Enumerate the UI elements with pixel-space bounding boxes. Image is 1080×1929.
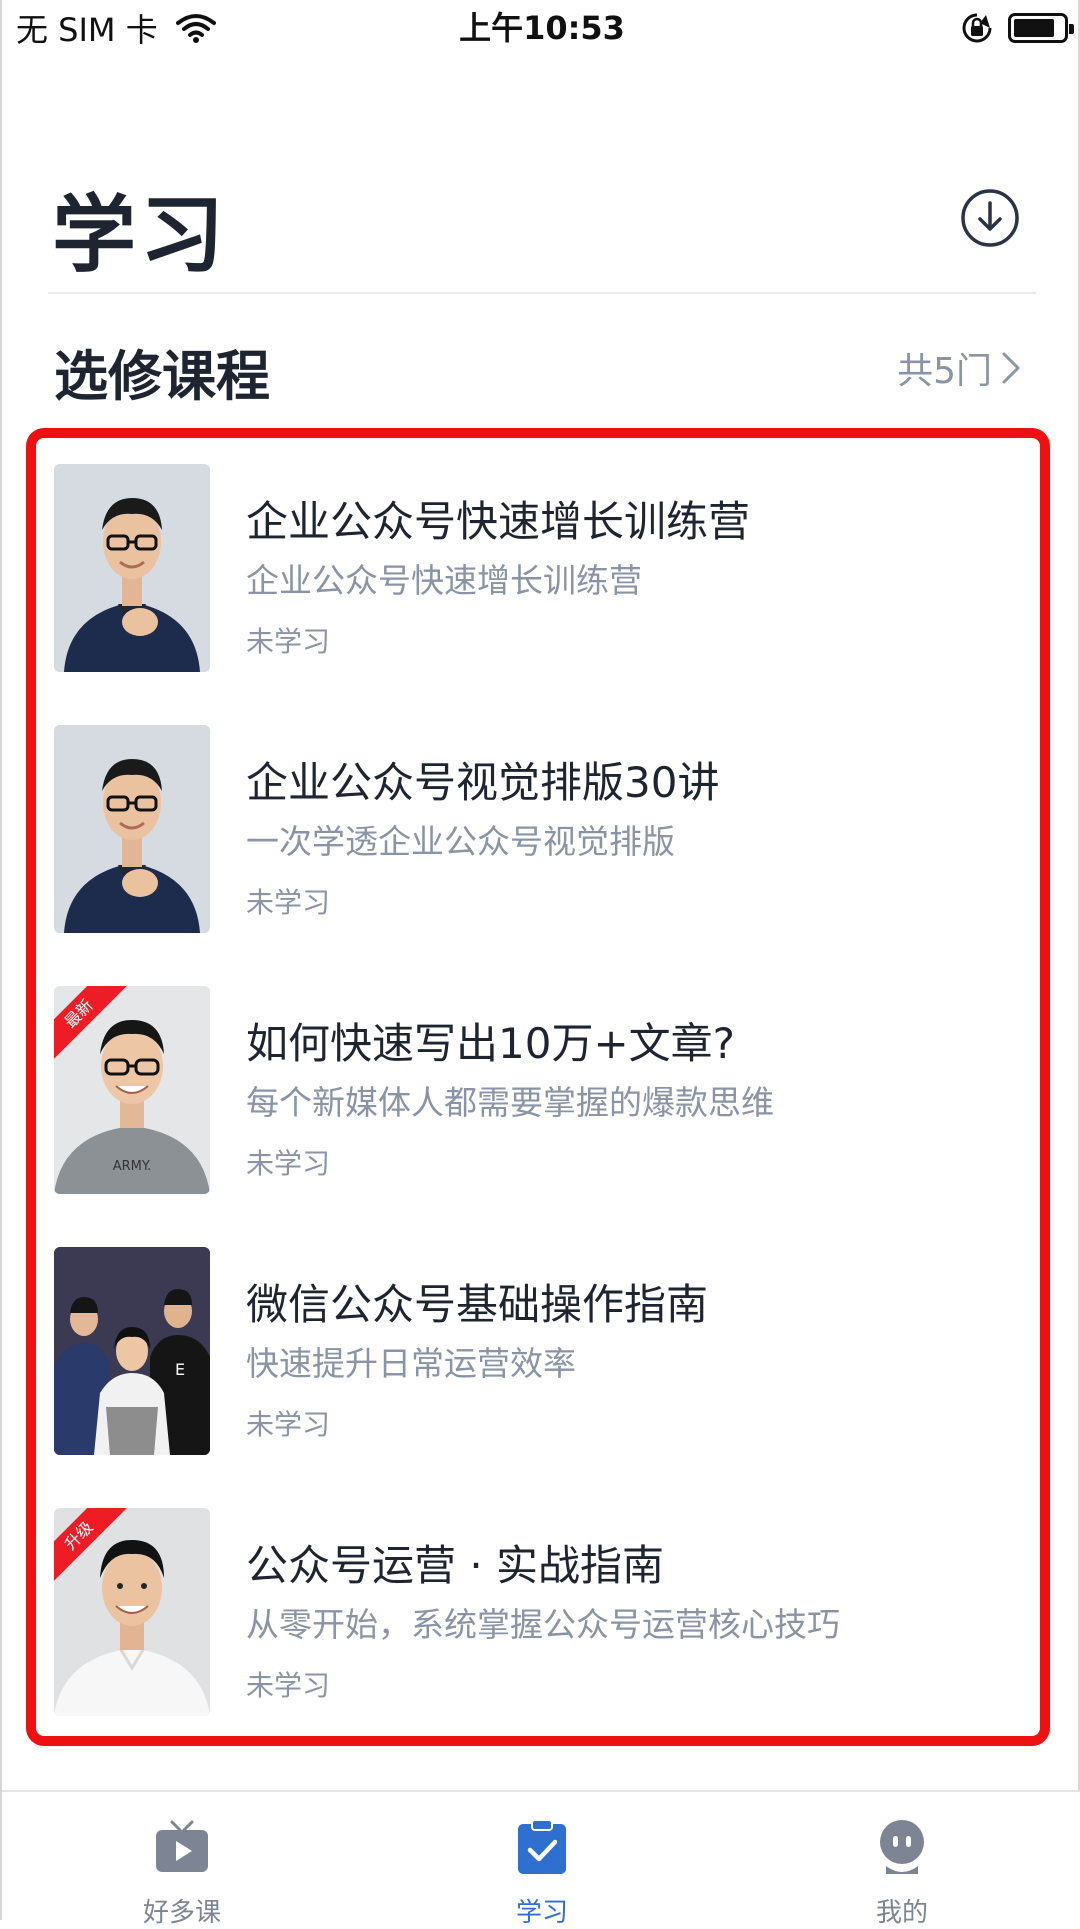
download-circle-icon[interactable] bbox=[960, 188, 1020, 248]
header-divider bbox=[48, 292, 1036, 294]
course-subtitle: 企业公众号快速增长训练营 bbox=[246, 561, 642, 600]
tab-study[interactable]: 学习 bbox=[442, 1818, 642, 1929]
chevron-right-icon bbox=[1002, 352, 1020, 384]
course-subtitle: 从零开始，系统掌握公众号运营核心技巧 bbox=[246, 1605, 840, 1644]
screen: 无 SIM 卡 上午10:53 学习 选修课程 共5门 企业公众号快速增长训练营… bbox=[0, 0, 1080, 1928]
svg-text:E: E bbox=[175, 1360, 185, 1379]
all-courses-link[interactable]: 共5门 bbox=[897, 344, 1022, 392]
page-title: 学习 bbox=[52, 186, 229, 284]
course-count-label: 共5门 bbox=[897, 351, 992, 392]
course-subtitle: 快速提升日常运营效率 bbox=[246, 1344, 576, 1383]
course-subtitle: 每个新媒体人都需要掌握的爆款思维 bbox=[246, 1083, 774, 1122]
tab-bar: 好多课 学习 我的 bbox=[2, 1790, 1080, 1928]
battery-icon bbox=[1008, 13, 1074, 43]
course-thumbnail bbox=[54, 464, 210, 672]
course-title: 公众号运营 · 实战指南 bbox=[246, 1541, 665, 1590]
course-thumbnail: 升级 bbox=[54, 1508, 210, 1716]
tab-label: 好多课 bbox=[142, 1898, 221, 1928]
course-status: 未学习 bbox=[246, 1669, 331, 1702]
status-bar: 无 SIM 卡 上午10:53 bbox=[2, 0, 1080, 58]
tab-label: 学习 bbox=[515, 1898, 568, 1928]
tab-label: 我的 bbox=[875, 1898, 928, 1928]
course-status: 未学习 bbox=[246, 1408, 331, 1441]
clock: 上午10:53 bbox=[459, 9, 625, 47]
clipboard-check-icon bbox=[518, 1819, 566, 1874]
rotation-lock-icon bbox=[962, 13, 992, 43]
profile-face-icon bbox=[880, 1820, 924, 1874]
course-title: 如何快速写出10万+文章? bbox=[246, 1019, 735, 1068]
tv-play-icon bbox=[156, 1820, 208, 1872]
course-title: 微信公众号基础操作指南 bbox=[246, 1280, 709, 1329]
status-right bbox=[960, 8, 1074, 48]
course-status: 未学习 bbox=[246, 625, 331, 658]
course-subtitle: 一次学透企业公众号视觉排版 bbox=[246, 822, 675, 861]
course-item[interactable]: 升级 公众号运营 · 实战指南 从零开始，系统掌握公众号运营核心技巧 未学习 bbox=[54, 1508, 1034, 1769]
course-title: 企业公众号快速增长训练营 bbox=[246, 497, 751, 546]
course-item[interactable]: E 微信公众号基础操作指南 快速提升日常运营效率 未学习 bbox=[54, 1247, 1034, 1508]
course-list: 企业公众号快速增长训练营 企业公众号快速增长训练营 未学习 企业公众号视觉排版3… bbox=[54, 464, 1034, 1769]
course-status: 未学习 bbox=[246, 886, 331, 919]
tab-courses[interactable]: 好多课 bbox=[82, 1818, 282, 1929]
course-thumbnail: E bbox=[54, 1247, 210, 1455]
course-item[interactable]: 企业公众号视觉排版30讲 一次学透企业公众号视觉排版 未学习 bbox=[54, 725, 1034, 986]
course-title: 企业公众号视觉排版30讲 bbox=[246, 758, 720, 807]
section-title: 选修课程 bbox=[54, 345, 270, 408]
course-thumbnail bbox=[54, 725, 210, 933]
course-status: 未学习 bbox=[246, 1147, 331, 1180]
course-thumbnail: ARMY. 最新 bbox=[54, 986, 210, 1194]
course-item[interactable]: 企业公众号快速增长训练营 企业公众号快速增长训练营 未学习 bbox=[54, 464, 1034, 725]
svg-text:ARMY.: ARMY. bbox=[113, 1159, 152, 1174]
tab-profile[interactable]: 我的 bbox=[802, 1818, 1002, 1929]
course-item[interactable]: ARMY. 最新 如何快速写出10万+文章? 每个新媒体人都需要掌握的爆款思维 … bbox=[54, 986, 1034, 1247]
